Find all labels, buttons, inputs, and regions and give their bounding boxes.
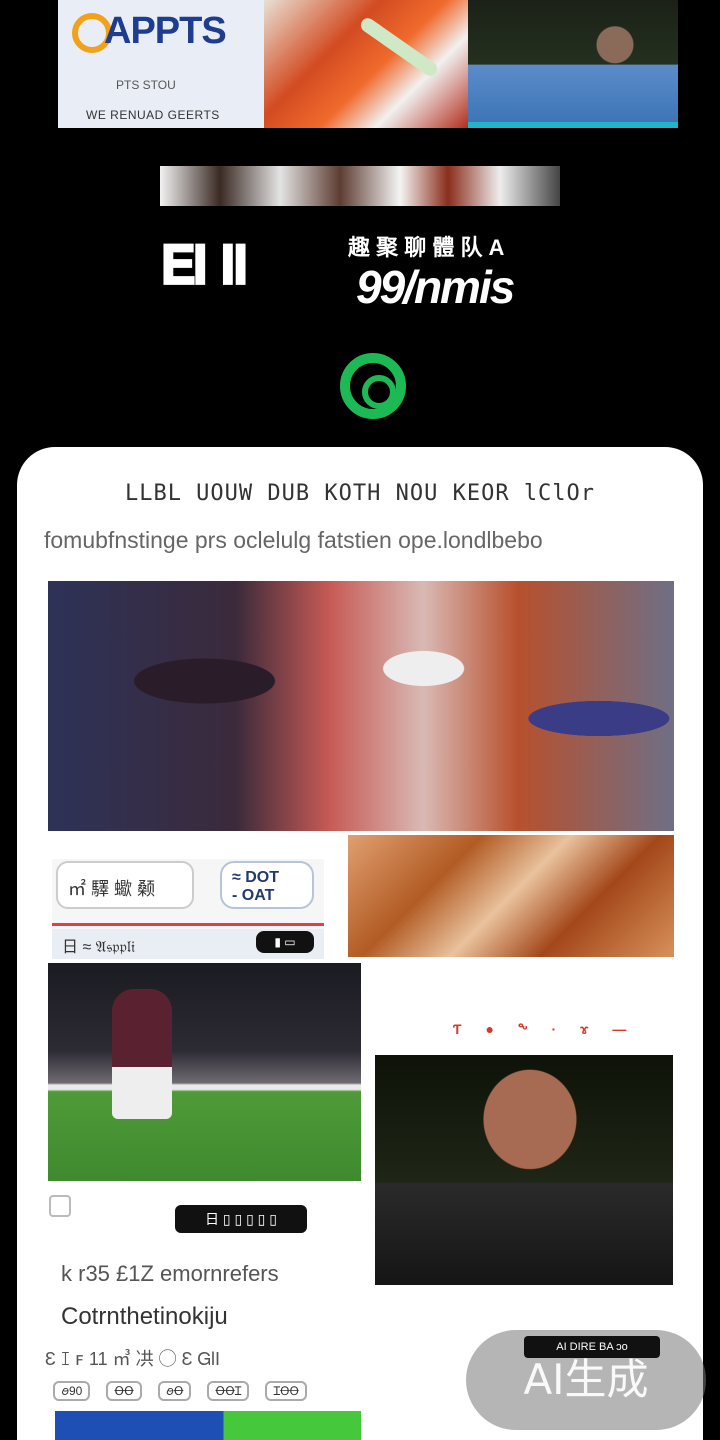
- crowd-banner-image: [160, 166, 560, 206]
- list-line-3: Ɛ ꕯ ꜰ 11 ㎥ 㓋 ◯ Ɛ ᏀlI: [45, 1349, 221, 1369]
- image-icon: [49, 1195, 71, 1217]
- card-heading: LLBL UOUW DUB KOTH NOU KEOR lClOr: [124, 481, 596, 506]
- promo-divider: [52, 923, 324, 926]
- promo-toggle-button[interactable]: ▮ ▭: [256, 931, 314, 953]
- app-logo-icon[interactable]: [340, 353, 406, 419]
- chip-row: ꪮ90 ꝊꝊ ꪮꝊ ꝊꝊꞮ ꞮꝊꝊ: [53, 1381, 307, 1401]
- mini-chip[interactable]: ꪮ90: [53, 1381, 91, 1401]
- top-image-strip: APPTS PTS STOU WE RENUAD GEERTS: [58, 0, 678, 128]
- mini-chip[interactable]: ꝊꝊ: [106, 1381, 142, 1401]
- content-card: LLBL UOUW DUB KOTH NOU KEOR lClOr fomubf…: [17, 447, 703, 1440]
- title-wordmark: 99/nmis: [356, 261, 515, 313]
- mini-chip[interactable]: ꝊꝊꞮ: [207, 1381, 250, 1401]
- title-chinese-line: 趣 聚 聊 體 队 A: [348, 235, 505, 260]
- bottom-action-bar[interactable]: [55, 1411, 361, 1440]
- caption-pill-button[interactable]: 日 ▯ ▯ ▯ ▯ ▯: [175, 1205, 307, 1233]
- player-thumbnail[interactable]: [468, 0, 678, 128]
- stadium-player-photo[interactable]: [48, 963, 361, 1181]
- food-photo[interactable]: [348, 835, 674, 957]
- hero-sports-photo[interactable]: [48, 581, 674, 831]
- app-title-block: 𝐄𝐈 𝐈𝐈 趣 聚 聊 體 队 A 99/nmis: [160, 230, 580, 320]
- logo-subtitle: PTS STOU: [116, 78, 176, 92]
- red-marker-row: Ƭ ● ᖕ · ɤ —: [453, 1021, 637, 1037]
- logo-wordmark: APPTS: [72, 10, 227, 53]
- logo-tagline: WE RENUAD GEERTS: [86, 108, 220, 122]
- promo-chip-right-line2: - OAT: [232, 887, 275, 904]
- promo-panel[interactable]: ㎡ 驛 蠍 颡 ≈ DOT - OAT 日 ≈ 𝔄𝔰𝔭𝔭𝔩𝔦 ▮ ▭: [52, 859, 324, 959]
- ai-badge-label: AI生成: [523, 1355, 649, 1404]
- title-glyphs: 𝐄𝐈 𝐈𝐈: [160, 234, 249, 297]
- player-action-photo[interactable]: [375, 1055, 673, 1285]
- list-line-1: k r35 £1Z emornrefers: [61, 1261, 279, 1286]
- promo-chip-right-line1: ≈ DOT: [232, 869, 279, 886]
- food-thumbnail[interactable]: [264, 0, 468, 128]
- promo-chip-left[interactable]: ㎡ 驛 蠍 颡: [56, 861, 194, 909]
- mini-chip[interactable]: ꞮꝊꝊ: [265, 1381, 307, 1401]
- sports-logo-tile[interactable]: APPTS PTS STOU WE RENUAD GEERTS: [58, 0, 264, 128]
- mini-chip[interactable]: ꪮꝊ: [157, 1381, 192, 1401]
- ai-generated-badge: AI DIRE BA ɔᴏ AI生成: [466, 1330, 706, 1430]
- promo-chip-right[interactable]: ≈ DOT - OAT: [220, 861, 314, 909]
- list-line-2[interactable]: Cotrnthetinokiju: [61, 1303, 228, 1331]
- card-subheading: fomubfnstinge prs oclelulg fatstien ope.…: [44, 527, 543, 553]
